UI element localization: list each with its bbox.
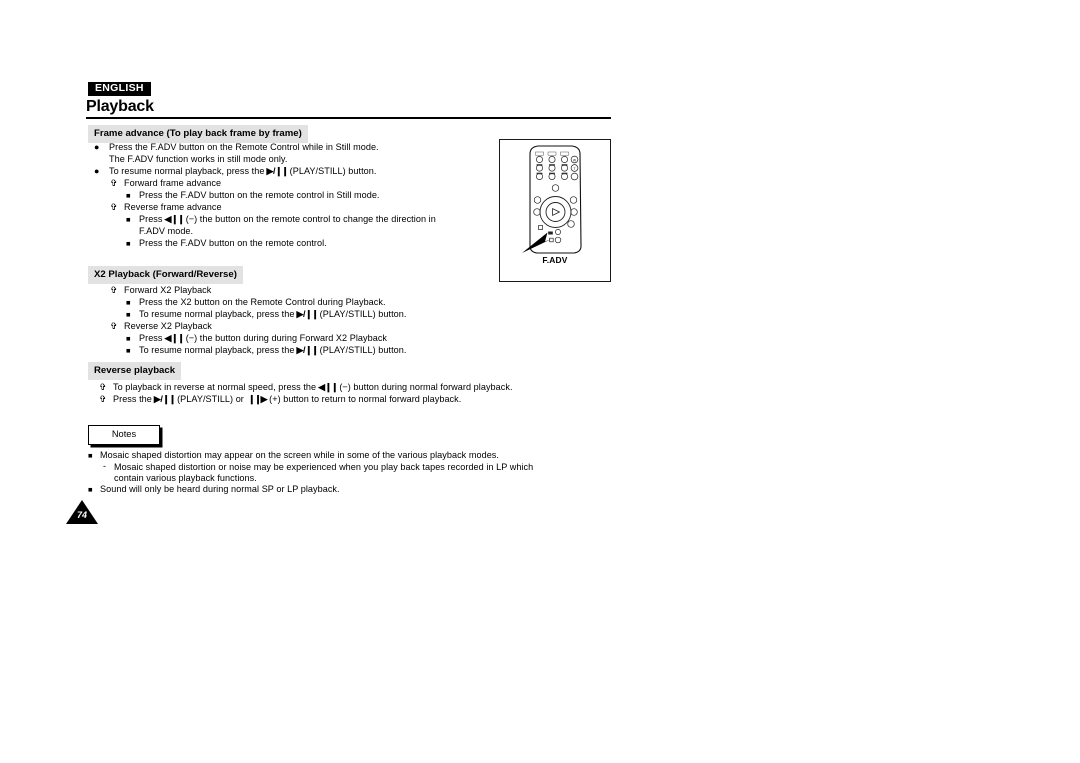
- bullet-square-icon: ■: [88, 451, 93, 460]
- text-fragment: Press: [139, 333, 163, 343]
- bullet-dash-icon: -: [103, 461, 106, 471]
- play-still-icon: ▶/❙❙: [264, 166, 288, 176]
- text-fragment: (−) button during normal forward playbac…: [339, 382, 513, 392]
- svg-text:T: T: [573, 167, 575, 171]
- text-fragment: To resume normal playback, press the: [139, 345, 295, 355]
- body-line: Forward frame advance: [124, 178, 222, 188]
- text-fragment: (+) button to return to normal forward p…: [269, 394, 462, 404]
- bullet-square-icon: ■: [126, 346, 131, 355]
- bullet-club-icon: ✞: [110, 202, 118, 212]
- bullet-square-icon: ■: [126, 334, 131, 343]
- bullet-club-icon: ✞: [99, 394, 107, 404]
- section-heading-reverse-playback: Reverse playback: [88, 362, 182, 380]
- page-number-text: 74: [76, 510, 87, 520]
- fadv-caption: F.ADV: [542, 255, 568, 265]
- body-line: To resume normal playback, press the ▶/❙…: [109, 165, 376, 177]
- bullet-club-icon: ✞: [110, 321, 118, 331]
- bullet-dot-icon: ●: [94, 142, 100, 152]
- bullet-club-icon: ✞: [110, 178, 118, 188]
- text-fragment: Press: [139, 214, 163, 224]
- text-fragment: (−) the button during during Forward X2 …: [185, 333, 388, 343]
- body-line: Reverse frame advance: [124, 202, 222, 212]
- text-fragment: To playback in reverse at normal speed, …: [113, 382, 317, 392]
- body-line: Press ◀❙❙ (−) the button on the remote c…: [139, 213, 436, 225]
- language-badge: ENGLISH: [88, 82, 151, 96]
- text-fragment: To resume normal playback, press the: [139, 309, 295, 319]
- reverse-still-icon: ◀❙❙: [162, 214, 185, 224]
- section-heading-x2-playback: X2 Playback (Forward/Reverse): [88, 266, 243, 284]
- body-line: Forward X2 Playback: [124, 285, 212, 295]
- body-line: Press the F.ADV button on the remote con…: [139, 190, 380, 200]
- body-line: Press the X2 button on the Remote Contro…: [139, 297, 386, 307]
- body-line: Press the ▶/❙❙ (PLAY/STILL) or ❙❙▶ (+) b…: [113, 393, 461, 405]
- body-line: Reverse X2 Playback: [124, 321, 212, 331]
- body-line: Press the F.ADV button on the Remote Con…: [109, 142, 379, 152]
- forward-still-icon: ❙❙▶: [247, 394, 270, 404]
- page-title: Playback: [86, 98, 154, 115]
- reverse-still-icon: ◀❙❙: [162, 333, 185, 343]
- bullet-square-icon: ■: [126, 239, 131, 248]
- bullet-square-icon: ■: [88, 485, 93, 494]
- text-fragment: (PLAY/STILL) button.: [289, 166, 377, 176]
- body-line: To playback in reverse at normal speed, …: [113, 381, 513, 393]
- body-line: Press the F.ADV button on the remote con…: [139, 238, 327, 248]
- notes-label-box: Notes: [88, 425, 160, 445]
- body-line: The F.ADV function works in still mode o…: [109, 154, 288, 164]
- body-line: F.ADV mode.: [139, 226, 194, 236]
- text-fragment: To resume normal playback, press the: [109, 166, 265, 176]
- play-still-icon: ▶/❙❙: [294, 345, 318, 355]
- play-still-icon: ▶/❙❙: [294, 309, 318, 319]
- text-fragment: (PLAY/STILL) or: [177, 394, 244, 404]
- bullet-dot-icon: ●: [94, 166, 100, 176]
- text-fragment: (PLAY/STILL) button.: [319, 309, 407, 319]
- text-fragment: (PLAY/STILL) button.: [319, 345, 407, 355]
- remote-control-illustration: W T F.ADV: [499, 139, 611, 282]
- note-line: Sound will only be heard during normal S…: [100, 484, 340, 494]
- bullet-square-icon: ■: [126, 215, 131, 224]
- text-fragment: (−) the button on the remote control to …: [185, 214, 436, 224]
- bullet-square-icon: ■: [126, 298, 131, 307]
- body-line: To resume normal playback, press the ▶/❙…: [139, 344, 406, 356]
- note-line: Mosaic shaped distortion may appear on t…: [100, 450, 499, 460]
- page-number-marker: 74: [66, 500, 98, 524]
- bullet-club-icon: ✞: [99, 382, 107, 392]
- text-fragment: Press the: [113, 394, 152, 404]
- bullet-club-icon: ✞: [110, 285, 118, 295]
- document-page: ENGLISH Playback Frame advance (To play …: [0, 0, 1080, 763]
- title-divider: [86, 117, 611, 119]
- body-line: Press ◀❙❙ (−) the button during during F…: [139, 332, 387, 344]
- play-still-icon: ▶/❙❙: [151, 394, 176, 404]
- body-line: To resume normal playback, press the ▶/❙…: [139, 308, 406, 320]
- reverse-still-icon: ◀❙❙: [316, 382, 338, 392]
